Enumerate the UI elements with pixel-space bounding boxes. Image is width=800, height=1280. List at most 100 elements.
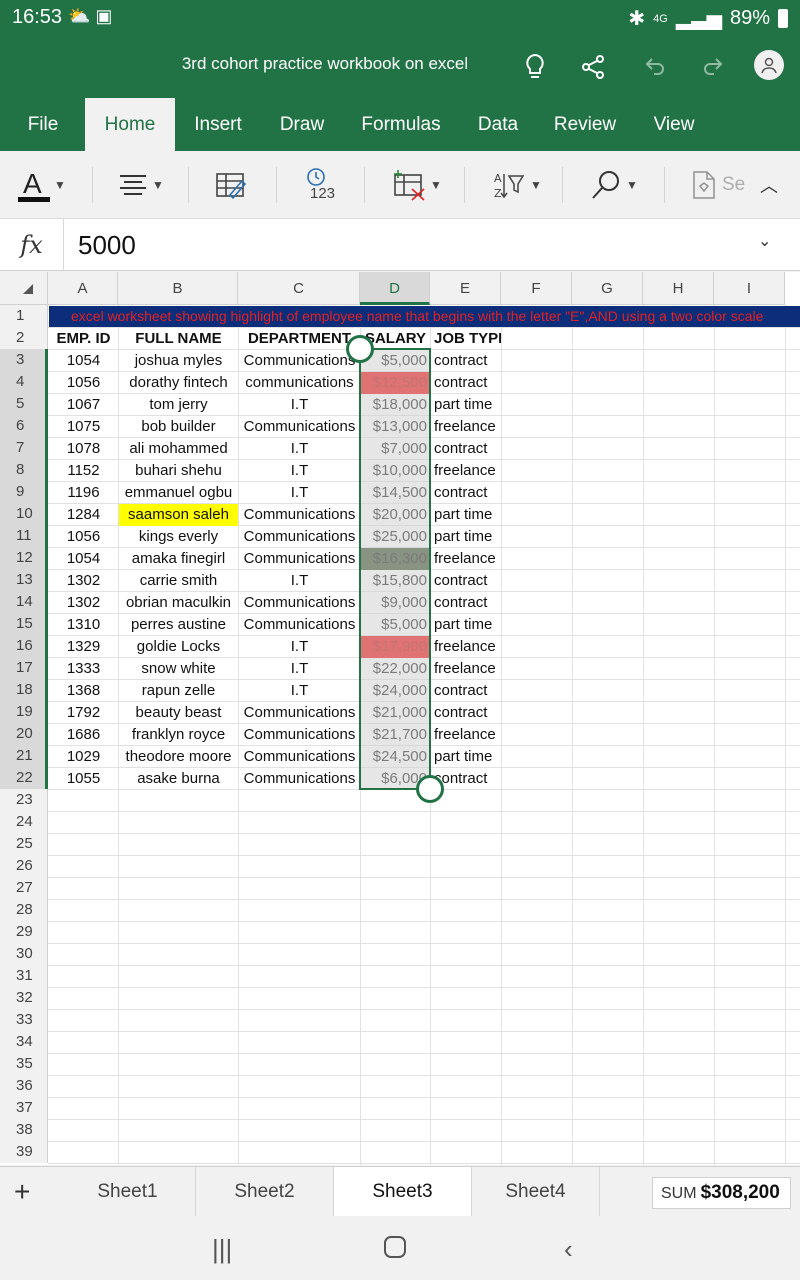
row-header[interactable]: 24 — [0, 811, 48, 833]
job-type-cell[interactable]: part time — [431, 614, 501, 636]
status-sum[interactable]: SUM $308,200 — [652, 1177, 791, 1209]
full-name-cell[interactable]: bob builder — [119, 416, 238, 438]
selection-handle-start[interactable] — [346, 335, 374, 363]
emp-id-cell[interactable]: 1196 — [49, 482, 118, 504]
full-name-cell[interactable]: goldie Locks — [119, 636, 238, 658]
delete-cells-button[interactable]: ▼ — [392, 163, 442, 207]
row-header[interactable]: 36 — [0, 1075, 48, 1097]
undo-icon[interactable] — [636, 50, 670, 84]
department-cell[interactable]: I.T — [239, 460, 360, 482]
column-header-a[interactable]: A — [48, 272, 118, 305]
emp-id-cell[interactable]: 1329 — [49, 636, 118, 658]
job-type-cell[interactable]: contract — [431, 438, 501, 460]
department-cell[interactable]: I.T — [239, 482, 360, 504]
row-header[interactable]: 33 — [0, 1009, 48, 1031]
full-name-cell[interactable]: beauty beast — [119, 702, 238, 724]
format-cells-button[interactable] — [214, 163, 248, 207]
job-type-cell[interactable]: freelance — [431, 724, 501, 746]
job-type-cell[interactable]: freelance — [431, 658, 501, 680]
emp-id-cell[interactable]: 1792 — [49, 702, 118, 724]
full-name-cell[interactable]: snow white — [119, 658, 238, 680]
emp-id-cell[interactable]: 1055 — [49, 768, 118, 790]
emp-id-cell[interactable]: 1368 — [49, 680, 118, 702]
department-cell[interactable]: Communications — [239, 504, 360, 526]
tab-review[interactable]: Review — [544, 98, 626, 151]
job-type-cell[interactable]: part time — [431, 746, 501, 768]
job-type-cell[interactable]: contract — [431, 702, 501, 724]
full-name-cell[interactable]: franklyn royce — [119, 724, 238, 746]
emp-id-cell[interactable]: 1056 — [49, 526, 118, 548]
row-header[interactable]: 17 — [0, 657, 48, 679]
department-cell[interactable]: Communications — [239, 526, 360, 548]
row-header[interactable]: 3 — [0, 349, 48, 371]
job-type-cell[interactable]: part time — [431, 504, 501, 526]
job-type-cell[interactable]: contract — [431, 592, 501, 614]
salary-cell[interactable]: $24,000 — [361, 680, 430, 702]
back-icon[interactable]: ‹ — [564, 1234, 573, 1265]
row-header[interactable]: 11 — [0, 525, 48, 547]
job-type-cell[interactable]: freelance — [431, 460, 501, 482]
lightbulb-icon[interactable] — [518, 50, 552, 84]
row-header[interactable]: 12 — [0, 547, 48, 569]
number-format-button[interactable]: 123 — [302, 163, 338, 207]
job-type-cell[interactable]: freelance — [431, 636, 501, 658]
department-cell[interactable]: Communications — [239, 746, 360, 768]
full-name-cell[interactable]: tom jerry — [119, 394, 238, 416]
tab-file[interactable]: File — [8, 98, 78, 151]
tab-draw[interactable]: Draw — [268, 98, 336, 151]
chevron-down-icon[interactable]: ⌄ — [758, 231, 771, 251]
column-header-i[interactable]: I — [714, 272, 785, 305]
row-header[interactable]: 39 — [0, 1141, 48, 1163]
department-cell[interactable]: Communications — [239, 416, 360, 438]
emp-id-cell[interactable]: 1029 — [49, 746, 118, 768]
header-cell[interactable]: EMP. ID — [49, 328, 118, 350]
department-cell[interactable]: communications — [239, 372, 360, 394]
collapse-ribbon-button[interactable]: ︿ — [760, 163, 778, 207]
row-header[interactable]: 23 — [0, 789, 48, 811]
job-type-cell[interactable]: freelance — [431, 416, 501, 438]
salary-cell[interactable]: $21,000 — [361, 702, 430, 724]
row-header[interactable]: 14 — [0, 591, 48, 613]
full-name-cell[interactable]: dorathy fintech — [119, 372, 238, 394]
full-name-cell[interactable]: rapun zelle — [119, 680, 238, 702]
department-cell[interactable]: I.T — [239, 680, 360, 702]
row-header[interactable]: 26 — [0, 855, 48, 877]
row-header[interactable]: 1 — [0, 305, 48, 327]
tab-data[interactable]: Data — [466, 98, 530, 151]
full-name-cell[interactable]: asake burna — [119, 768, 238, 790]
tab-insert[interactable]: Insert — [180, 98, 256, 151]
full-name-cell[interactable]: amaka finegirl — [119, 548, 238, 570]
function-icon[interactable]: fx — [0, 219, 64, 271]
department-cell[interactable]: I.T — [239, 636, 360, 658]
column-header-c[interactable]: C — [238, 272, 360, 305]
column-header-d[interactable]: D — [360, 272, 430, 305]
row-header[interactable]: 25 — [0, 833, 48, 855]
salary-cell[interactable]: $18,000 — [361, 394, 430, 416]
row-header[interactable]: 34 — [0, 1031, 48, 1053]
row-header[interactable]: 13 — [0, 569, 48, 591]
emp-id-cell[interactable]: 1333 — [49, 658, 118, 680]
tab-home[interactable]: Home — [85, 98, 175, 151]
full-name-cell[interactable]: perres austine — [119, 614, 238, 636]
row-header[interactable]: 15 — [0, 613, 48, 635]
salary-cell[interactable]: $21,700 — [361, 724, 430, 746]
full-name-cell[interactable]: ali mohammed — [119, 438, 238, 460]
banner-cell[interactable]: excel worksheet showing highlight of emp… — [49, 306, 800, 327]
row-header[interactable]: 8 — [0, 459, 48, 481]
sheet-tab-3[interactable]: Sheet3 — [334, 1167, 472, 1217]
recent-apps-icon[interactable]: ||| — [212, 1234, 232, 1265]
workbook-title[interactable]: 3rd cohort practice workbook on excel — [0, 54, 650, 74]
department-cell[interactable]: Communications — [239, 768, 360, 790]
sheet-tab-4[interactable]: Sheet4 — [472, 1167, 600, 1217]
salary-cell[interactable]: $22,000 — [361, 658, 430, 680]
row-header[interactable]: 30 — [0, 943, 48, 965]
sort-filter-button[interactable]: AZ ▼ — [492, 163, 542, 207]
find-button[interactable]: ▼ — [590, 163, 638, 207]
emp-id-cell[interactable]: 1067 — [49, 394, 118, 416]
sheet-tab-2[interactable]: Sheet2 — [196, 1167, 334, 1217]
tab-formulas[interactable]: Formulas — [350, 98, 452, 151]
spreadsheet-grid[interactable]: A B C D E F G H I 1 2 3 4 5 6 7 8 9 10 11 12 13 14 15 16 17 18 19 20… — [0, 272, 800, 1165]
row-header[interactable]: 16 — [0, 635, 48, 657]
redo-icon[interactable] — [698, 50, 732, 84]
row-header[interactable]: 32 — [0, 987, 48, 1009]
